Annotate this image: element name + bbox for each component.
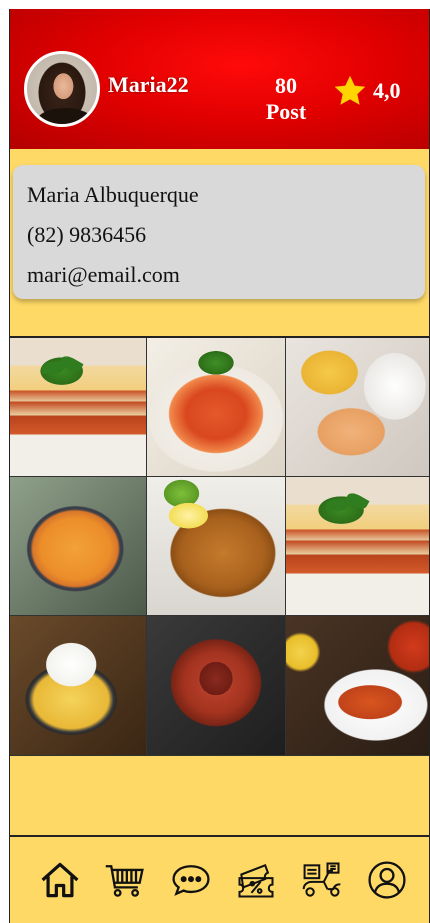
profile-header: Maria22 80 Post 4,0 — [10, 9, 429, 149]
moqueca-photo[interactable] — [10, 477, 147, 616]
rating: 4,0 — [332, 73, 401, 109]
lasagna-photo[interactable] — [286, 477, 429, 616]
coupon-icon — [238, 864, 274, 898]
basil-leaf — [344, 490, 370, 512]
nav-chat[interactable] — [167, 856, 215, 904]
contact-phone: (82) 9836456 — [27, 222, 147, 247]
basil-leaf — [58, 353, 84, 375]
chat-icon — [172, 865, 210, 896]
username[interactable]: Maria22 — [108, 72, 189, 98]
milanesa-photo[interactable] — [147, 477, 286, 616]
nav-coupons[interactable] — [232, 856, 280, 904]
cart-icon — [106, 865, 145, 897]
spaghetti-photo[interactable] — [147, 338, 286, 477]
stroganoff-photo[interactable] — [286, 338, 429, 477]
lobster-photo[interactable] — [286, 616, 429, 756]
nav-home[interactable] — [36, 856, 84, 904]
nav-cart[interactable] — [101, 856, 149, 904]
nav-delivery[interactable] — [298, 856, 346, 904]
nav-profile[interactable] — [363, 856, 411, 904]
contact-name: Maria Albuquerque — [27, 182, 199, 207]
posts-stat: 80 Post — [258, 73, 314, 125]
contact-email: mari@email.com — [27, 262, 180, 287]
star-icon — [334, 75, 366, 105]
posts-count: 80 — [275, 73, 297, 98]
contact-card: Maria Albuquerque (82) 9836456 mari@emai… — [13, 165, 425, 299]
avatar[interactable] — [24, 51, 100, 127]
profile-screen: Maria22 80 Post 4,0 Maria Albuquerque (8… — [9, 9, 430, 923]
bottom-nav — [10, 835, 429, 923]
octopus-photo[interactable] — [147, 616, 286, 756]
rating-value: 4,0 — [373, 78, 401, 103]
posts-label: Post — [265, 99, 307, 124]
lasagna-photo[interactable] — [10, 338, 147, 477]
photo-grid — [10, 336, 429, 756]
delivery-icon — [302, 862, 341, 897]
profile-icon — [368, 861, 406, 899]
home-icon — [41, 862, 79, 898]
avatar-shoulder — [37, 108, 93, 124]
rice-stew-photo[interactable] — [10, 616, 147, 756]
